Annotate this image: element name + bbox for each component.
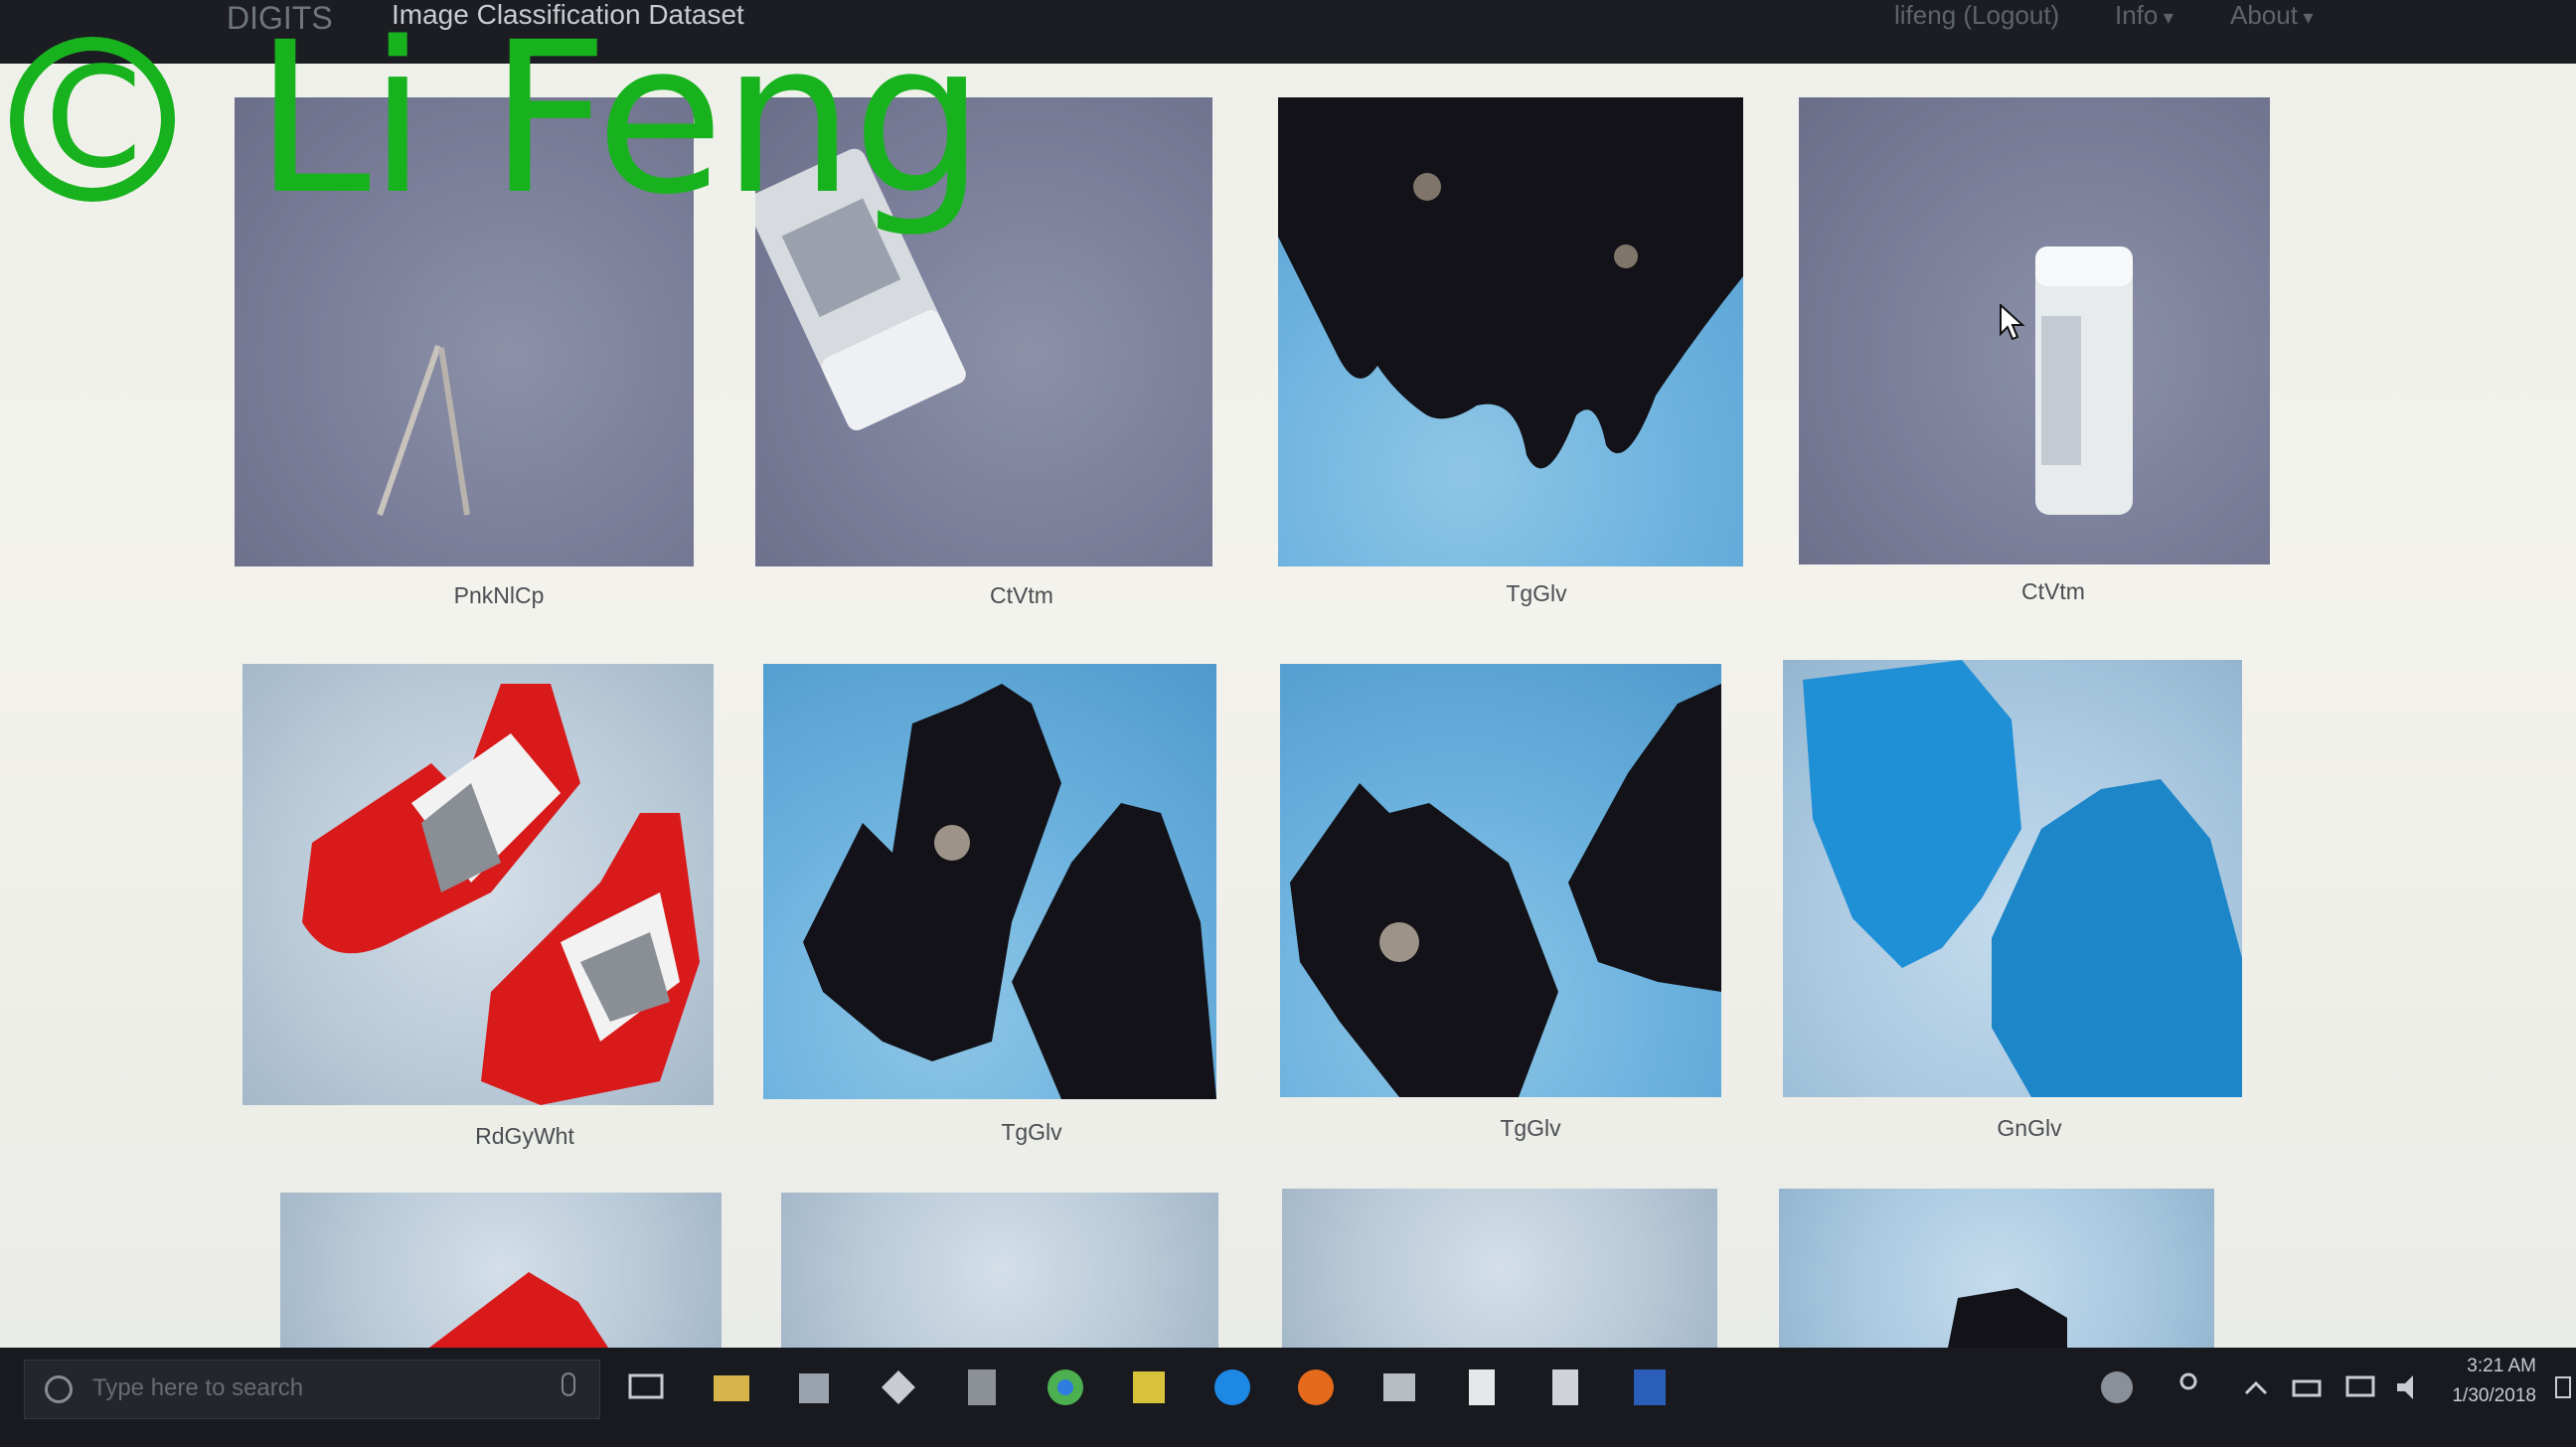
taskbar-search-box[interactable]: Type here to search [24,1360,600,1419]
image-label: TgGlv [1506,580,1567,606]
dataset-image[interactable] [235,97,694,566]
windows-taskbar: Type here to search 3:21 AM 1/30/2018 [0,1348,2576,1447]
black-gloves-image [1290,684,1721,1097]
dataset-image[interactable] [1278,97,1743,566]
app-icon[interactable] [1127,1366,1171,1409]
search-placeholder: Type here to search [92,1374,304,1401]
word-icon[interactable] [1628,1366,1672,1409]
dataset-image[interactable] [1282,1189,1717,1348]
folder-icon[interactable] [793,1366,837,1409]
dataset-image[interactable] [763,664,1216,1099]
bottle-image [755,148,966,431]
dataset-image[interactable] [755,97,1212,566]
notepad-icon[interactable] [1544,1366,1588,1409]
dataset-image[interactable] [1779,1189,2214,1348]
file-explorer-icon[interactable] [710,1366,753,1409]
cortana-icon[interactable] [45,1375,73,1403]
clock-date[interactable]: 1/30/2018 [2425,1385,2536,1407]
image-label: TgGlv [1001,1119,1062,1145]
notification-icon[interactable] [2554,1366,2574,1409]
image-label: TgGlv [1500,1115,1561,1141]
toothpicks-image [377,345,470,516]
network-icon[interactable] [2339,1366,2383,1409]
microphone-icon[interactable] [562,1372,575,1396]
brand-logo[interactable]: DIGITS [227,0,333,36]
page-title: Image Classification Dataset [392,0,744,30]
image-label: RdGyWht [475,1123,574,1149]
git-icon[interactable] [877,1366,920,1409]
user-logout-link[interactable]: lifeng (Logout) [1894,0,2059,30]
document-icon[interactable] [1461,1366,1505,1409]
image-label: PnkNlCp [453,582,545,608]
battery-icon[interactable] [2286,1366,2330,1409]
striped-gloves-image [302,684,700,1105]
photo-screen: DIGITS Image Classification Dataset life… [0,0,2576,1447]
people-icon[interactable] [2167,1366,2210,1409]
dataset-image[interactable] [1799,97,2270,564]
blue-gloves-image [1803,660,2242,1097]
clock-time[interactable]: 3:21 AM [2425,1356,2536,1377]
image-label: CtVtm [990,582,1053,608]
black-gloves-image [1948,1288,2067,1348]
copyright-symbol: C [45,38,142,200]
task-view-icon[interactable] [624,1366,668,1409]
dataset-image[interactable] [781,1193,1218,1348]
help-icon[interactable] [2095,1366,2139,1409]
image-label: GnGlv [1997,1115,2062,1141]
dataset-image[interactable] [1280,664,1721,1097]
image-icon[interactable] [1377,1366,1421,1409]
mouse-cursor-icon [2000,304,2025,341]
top-navbar: DIGITS Image Classification Dataset life… [0,0,2576,64]
info-menu[interactable]: Info [2115,0,2174,33]
chrome-icon[interactable] [1044,1366,1087,1409]
bottle-image [2035,246,2133,515]
edge-icon[interactable] [1210,1366,1254,1409]
image-label: CtVtm [2021,578,2085,604]
dataset-image[interactable] [280,1193,722,1348]
black-gloves-image [1278,97,1743,469]
black-gloves-image [803,684,1216,1099]
dataset-image[interactable] [1783,660,2242,1097]
chevron-up-icon[interactable] [2234,1366,2278,1409]
striped-gloves-image [429,1272,608,1348]
dataset-image[interactable] [242,664,714,1105]
calculator-icon[interactable] [960,1366,1004,1409]
firefox-icon[interactable] [1294,1366,1338,1409]
about-menu[interactable]: About [2230,0,2314,33]
